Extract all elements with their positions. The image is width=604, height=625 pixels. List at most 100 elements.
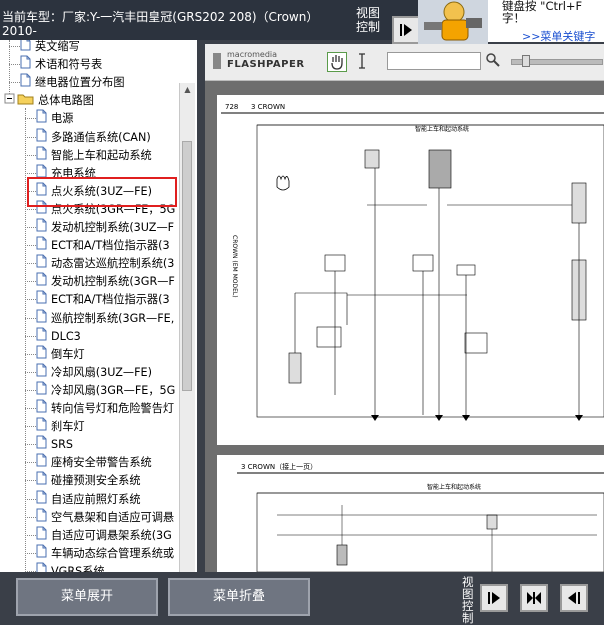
search-input[interactable] [387, 52, 481, 70]
search-icon[interactable] [485, 52, 505, 72]
tree-item-label: SRS [51, 438, 73, 451]
tree-item-label: 自适应可调悬架系统(3G [51, 529, 172, 542]
arrow-left-icon [568, 592, 580, 604]
tree-item[interactable]: 英文缩写 [20, 40, 80, 55]
tree-item[interactable]: ECT和A/T档位指示器(3 [36, 236, 170, 254]
document-icon [36, 471, 47, 491]
menu-expand-button[interactable]: 菜单展开 [16, 578, 158, 616]
tree-item[interactable]: 继电器位置分布图 [20, 73, 125, 91]
tree-connector [25, 263, 36, 264]
tree-item[interactable]: 动态雷达巡航控制系统(3 [36, 254, 174, 272]
tree-connector [25, 281, 36, 282]
tree-item-label: 动态雷达巡航控制系统(3 [51, 257, 175, 270]
next-page-button-bottom[interactable] [480, 584, 508, 612]
menu-keyword-link[interactable]: >>菜单关键字 [522, 28, 595, 44]
document-icon [36, 435, 47, 455]
tree-connector [25, 137, 36, 138]
tree-item[interactable]: 发动机控制系统(3UZ—F [36, 218, 174, 236]
tree-item[interactable]: 巡航控制系统(3GR—FE, [36, 309, 174, 327]
scroll-thumb[interactable] [182, 141, 192, 391]
tree-connector [9, 64, 20, 65]
folder-open-icon [4, 91, 34, 111]
menu-collapse-button[interactable]: 菜单折叠 [168, 578, 310, 616]
vehicle-title: 当前车型：厂家:Y-一汽丰田皇冠(GRS202 208)（Crown） [2, 10, 319, 24]
tree-connector [25, 108, 26, 572]
text-select-icon[interactable] [353, 52, 373, 72]
tree-item[interactable]: SRS [36, 435, 73, 453]
next-page-button[interactable] [392, 16, 420, 44]
page2-header: 3 CROWN（接上一页） [241, 462, 317, 471]
document-icon [36, 490, 47, 510]
tree-item-label: 总体电路图 [38, 94, 94, 107]
selected-item-highlight [27, 177, 177, 207]
tree-item[interactable]: 车辆动态综合管理系统或 [36, 544, 174, 562]
arrow-right-icon [488, 592, 500, 604]
tree-item-label: 术语和符号表 [35, 58, 103, 71]
bottom-bar: 菜单展开 菜单折叠 视图控制 [0, 572, 604, 624]
document-icon [36, 254, 47, 274]
tree-connector [25, 118, 36, 119]
tree-folder[interactable]: 总体电路图 [4, 91, 94, 109]
tree-item-label: 碰撞预测安全系统 [51, 474, 141, 487]
tree-connector [25, 299, 36, 300]
tree-connector [25, 499, 36, 500]
page1-diagram-title: 智能上车和起动系统 [415, 125, 469, 133]
tree-item[interactable]: 电源 [36, 109, 73, 127]
tree-item-label: 冷却风扇(3GR—FE，5G [51, 384, 176, 397]
tree-item-label: VGRS系统 [51, 565, 105, 572]
tree-connector [25, 227, 36, 228]
tree-connector [25, 336, 36, 337]
tree-item[interactable]: 空气悬架和自适应可调悬 [36, 508, 174, 526]
vehicle-year: 2010- [2, 24, 37, 38]
tree-item[interactable]: 自适应可调悬架系统(3G [36, 526, 172, 544]
document-page-2: 3 CROWN（接上一页） 智能上车和起动系统 [217, 455, 604, 573]
document-icon [20, 55, 31, 75]
tree-item-label: 电源 [51, 112, 74, 125]
tree-item[interactable]: 转向信号灯和危险警告灯 [36, 399, 174, 417]
tree-item[interactable]: 术语和符号表 [20, 55, 102, 73]
tree-item[interactable]: VGRS系统 [36, 562, 105, 572]
tree-item[interactable]: 冷却风扇(3UZ—FE) [36, 363, 152, 381]
tree-item[interactable]: 刹车灯 [36, 417, 85, 435]
tree-item-label: 自适应前照灯系统 [51, 493, 141, 506]
tree-item[interactable]: 倒车灯 [36, 345, 85, 363]
zoom-knob[interactable] [522, 55, 530, 67]
tree-item-label: 发动机控制系统(3GR—F [51, 275, 175, 288]
tree-connector [9, 46, 20, 47]
tree-item-label: 多路通信系统(CAN) [51, 131, 151, 144]
tree-item-label: 巡航控制系统(3GR—FE, [51, 312, 175, 325]
document-icon [36, 345, 47, 365]
tree-connector [25, 390, 36, 391]
tree-connector [25, 517, 36, 518]
tree-item[interactable]: DLC3 [36, 327, 81, 345]
tree-connector [25, 553, 36, 554]
tree-item[interactable]: 发动机控制系统(3GR—F [36, 272, 175, 290]
page-number: 728 [225, 103, 238, 111]
tree-item[interactable]: 冷却风扇(3GR—FE，5G [36, 381, 175, 399]
document-icon [36, 309, 47, 329]
tree-connector [25, 354, 36, 355]
fit-page-button[interactable] [520, 584, 548, 612]
document-icon [36, 218, 47, 238]
zoom-slider[interactable] [511, 55, 603, 67]
document-icon [36, 562, 47, 572]
tree-item[interactable]: ECT和A/T档位指示器(3 [36, 290, 170, 308]
document-icon [20, 73, 31, 93]
hand-tool-icon[interactable] [327, 52, 347, 72]
view-control-label: 视图控制 [356, 6, 381, 34]
tree-item[interactable]: 智能上车和起动系统 [36, 146, 152, 164]
flashpaper-logo: macromedia FLASHPAPER [213, 50, 305, 70]
tree-item[interactable]: 座椅安全带警告系统 [36, 453, 152, 471]
tree-item[interactable]: 碰撞预测安全系统 [36, 471, 141, 489]
tree-item-label: DLC3 [51, 330, 81, 343]
tree-item-label: 智能上车和起动系统 [51, 149, 152, 162]
prev-page-button[interactable] [560, 584, 588, 612]
tree-connector [9, 40, 10, 94]
vertical-scrollbar[interactable]: ▲ ▼ [179, 83, 195, 572]
scroll-up-icon[interactable]: ▲ [181, 83, 194, 96]
tree-connector [25, 462, 36, 463]
tree-item[interactable]: 多路通信系统(CAN) [36, 128, 151, 146]
tree-connector [9, 82, 20, 83]
tree-item[interactable]: 自适应前照灯系统 [36, 490, 141, 508]
document-icon [36, 128, 47, 148]
